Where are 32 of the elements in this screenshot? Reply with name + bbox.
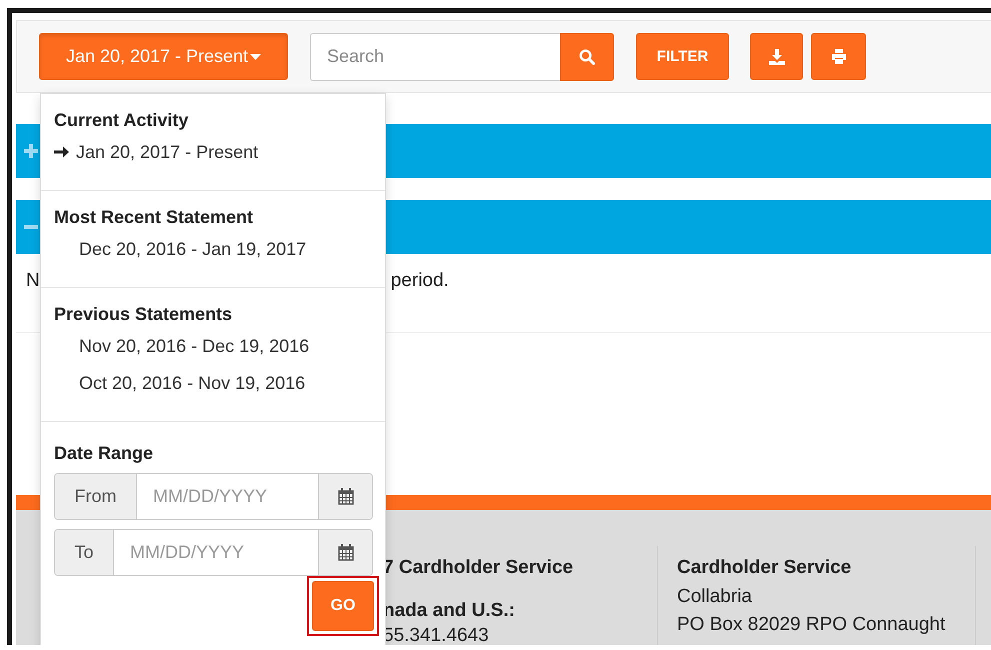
search-button[interactable] — [560, 32, 614, 80]
menu-item[interactable]: Dec 20, 2016 - Jan 19, 2017 — [54, 237, 372, 261]
footer-heading: Cardholder Service — [677, 556, 852, 580]
message-text: N — [26, 270, 40, 293]
message-text: period. — [390, 270, 449, 293]
footer-text: Collabria — [677, 585, 753, 609]
menu-section-heading: Most Recent Statement — [54, 206, 254, 228]
download-icon — [768, 48, 784, 64]
field-label: To — [55, 530, 114, 575]
menu-section-heading: Current Activity — [54, 109, 190, 131]
download-button[interactable] — [750, 33, 803, 80]
menu-section-heading: Date Range — [54, 442, 154, 464]
menu-section-heading: Previous Statements — [54, 303, 234, 325]
menu-item[interactable]: Oct 20, 2016 - Nov 19, 2016 — [54, 371, 372, 395]
field-label: From — [55, 474, 137, 519]
menu-item[interactable]: Nov 20, 2016 - Dec 19, 2016 — [54, 334, 372, 358]
caret-icon — [250, 54, 262, 60]
calendar-button[interactable] — [318, 530, 372, 575]
footer-text: PO Box 82029 RPO Connaught — [677, 613, 946, 637]
calendar-icon — [338, 544, 354, 561]
calendar-button[interactable] — [318, 474, 372, 519]
footer-text: 55.341.4643 — [383, 624, 490, 645]
menu-item[interactable]: Jan 20, 2017 - Present — [54, 140, 372, 164]
date-field[interactable]: To MM/DD/YYYY — [54, 529, 373, 576]
search-field[interactable]: Search — [310, 32, 560, 80]
date-field[interactable]: From MM/DD/YYYY — [54, 473, 373, 520]
plus-icon — [24, 144, 38, 158]
calendar-icon — [338, 488, 354, 505]
print-button[interactable] — [811, 33, 866, 80]
printer-icon — [830, 49, 846, 64]
arrow-right-icon — [54, 145, 69, 159]
search-icon — [579, 48, 595, 64]
